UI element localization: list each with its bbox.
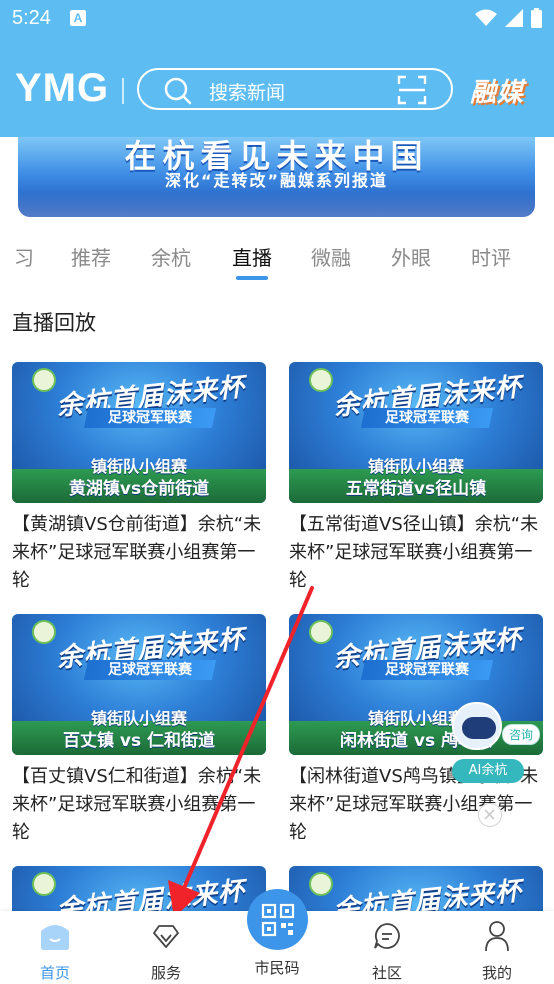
nav-me-label: 我的	[481, 964, 512, 982]
section-title: 直播回放	[12, 311, 96, 335]
video-title[interactable]: 【五常街道VS径山镇】余杭“未来杯”足球冠军联赛小组赛第一轮	[289, 511, 543, 595]
signal-icon	[505, 9, 523, 27]
league-logo-icon	[32, 872, 56, 896]
thumb-league: 足球冠军联赛	[360, 660, 494, 680]
thumb-league-label: 足球冠军联赛	[385, 410, 469, 426]
diamond-icon	[126, 919, 206, 953]
banner-skyline	[18, 193, 535, 217]
ymg-logo: YMG	[15, 66, 110, 110]
ai-robot-icon	[452, 702, 502, 750]
app-header: 5:24 A YMG 搜索新闻 融媒	[0, 0, 554, 137]
wifi-icon	[475, 9, 497, 26]
video-card[interactable]: 余杭首届沫来杯 足球冠军联赛 镇街队小组赛 黄湖镇vs仓前街道 【黄湖镇VS仓前…	[12, 362, 266, 595]
tab-partial[interactable]: 习	[14, 242, 34, 271]
person-icon	[457, 919, 537, 953]
league-logo-icon	[32, 620, 56, 644]
ai-robot-face	[462, 717, 496, 739]
close-icon[interactable]	[478, 803, 502, 827]
search-placeholder: 搜索新闻	[209, 82, 286, 104]
active-tab-indicator	[236, 276, 268, 280]
video-thumbnail[interactable]: 余杭首届沫来杯 足球冠军联赛 镇街队小组赛 黄湖镇vs仓前街道	[12, 362, 266, 503]
nav-home[interactable]: 首页	[15, 919, 95, 983]
video-card[interactable]: 余杭首届沫来杯 足球冠军联赛 镇街队小组赛 百丈镇 vs 仁和街道 【百丈镇VS…	[12, 614, 266, 847]
video-card[interactable]: 余杭首届沫来杯 足球冠军联赛 镇街队小组赛 五常街道vs径山镇 【五常街道VS径…	[289, 362, 543, 595]
thumb-league: 足球冠军联赛	[83, 660, 217, 680]
thumb-match: 百丈镇 vs 仁和街道	[62, 731, 216, 751]
citizen-code-button[interactable]	[247, 889, 308, 950]
nav-me[interactable]: 我的	[457, 919, 537, 983]
thumb-league-label: 足球冠军联赛	[108, 410, 192, 426]
nav-community[interactable]: 社区	[347, 919, 427, 983]
thumb-match: 五常街道vs径山镇	[345, 479, 487, 499]
thumb-league: 足球冠军联赛	[83, 408, 217, 428]
banner-subline: 深化“走转改”融媒系列报道	[164, 171, 389, 190]
qr-code-icon	[261, 903, 294, 936]
thumb-match: 黄湖镇vs仓前街道	[68, 479, 210, 499]
status-time: 5:24	[12, 7, 51, 29]
nav-home-label: 首页	[39, 964, 70, 982]
close-x-glyph	[484, 809, 495, 820]
scan-icon[interactable]	[397, 75, 427, 105]
tab-live[interactable]: 直播	[232, 242, 272, 271]
tab-weirong[interactable]: 微融	[311, 242, 351, 271]
ai-label: AI余杭	[452, 759, 524, 783]
league-logo-icon	[32, 368, 56, 392]
league-logo-icon	[309, 620, 333, 644]
video-title[interactable]: 【百丈镇VS仁和街道】余杭“未来杯”足球冠军联赛小组赛第一轮	[12, 763, 266, 847]
nav-community-label: 社区	[371, 964, 402, 982]
thumb-league-label: 足球冠军联赛	[385, 662, 469, 678]
thumb-league: 足球冠军联赛	[360, 408, 494, 428]
status-bar: 5:24 A	[0, 0, 554, 38]
video-thumbnail[interactable]: 余杭首届沫来杯 足球冠军联赛 镇街队小组赛 百丈镇 vs 仁和街道	[12, 614, 266, 755]
battery-icon	[531, 8, 542, 28]
tab-waiyan[interactable]: 外眼	[391, 242, 431, 271]
home-icon	[15, 919, 95, 953]
ai-consult-badge: 咨询	[502, 724, 540, 745]
tab-yuhang[interactable]: 余杭	[151, 242, 191, 271]
video-title[interactable]: 【黄湖镇VS仓前街道】余杭“未来杯”足球冠军联赛小组赛第一轮	[12, 511, 266, 595]
league-logo-icon	[309, 368, 333, 392]
channel-tabs: 习 推荐 余杭 直播 微融 外眼 时评	[0, 238, 554, 282]
nav-citizen-code-label: 市民码	[254, 959, 300, 977]
ai-assistant-widget[interactable]: 咨询 AI余杭	[450, 702, 540, 783]
banner[interactable]: 在杭看见未来中国 深化“走转改”融媒系列报道	[18, 137, 535, 217]
chat-bubble-icon	[347, 919, 427, 953]
logo-divider	[122, 78, 124, 104]
notification-a-icon: A	[70, 10, 86, 26]
tab-recommend[interactable]: 推荐	[71, 242, 111, 271]
nav-service-label: 服务	[150, 964, 181, 982]
status-icons	[475, 8, 542, 28]
rongmei-logo[interactable]: 融媒	[470, 72, 524, 109]
tab-commentary[interactable]: 时评	[471, 242, 511, 271]
search-bar[interactable]: 搜索新闻	[137, 68, 453, 110]
search-icon	[164, 77, 192, 105]
thumb-league-label: 足球冠军联赛	[108, 662, 192, 678]
video-thumbnail[interactable]: 余杭首届沫来杯 足球冠军联赛 镇街队小组赛 五常街道vs径山镇	[289, 362, 543, 503]
nav-service[interactable]: 服务	[126, 919, 206, 983]
league-logo-icon	[309, 872, 333, 896]
